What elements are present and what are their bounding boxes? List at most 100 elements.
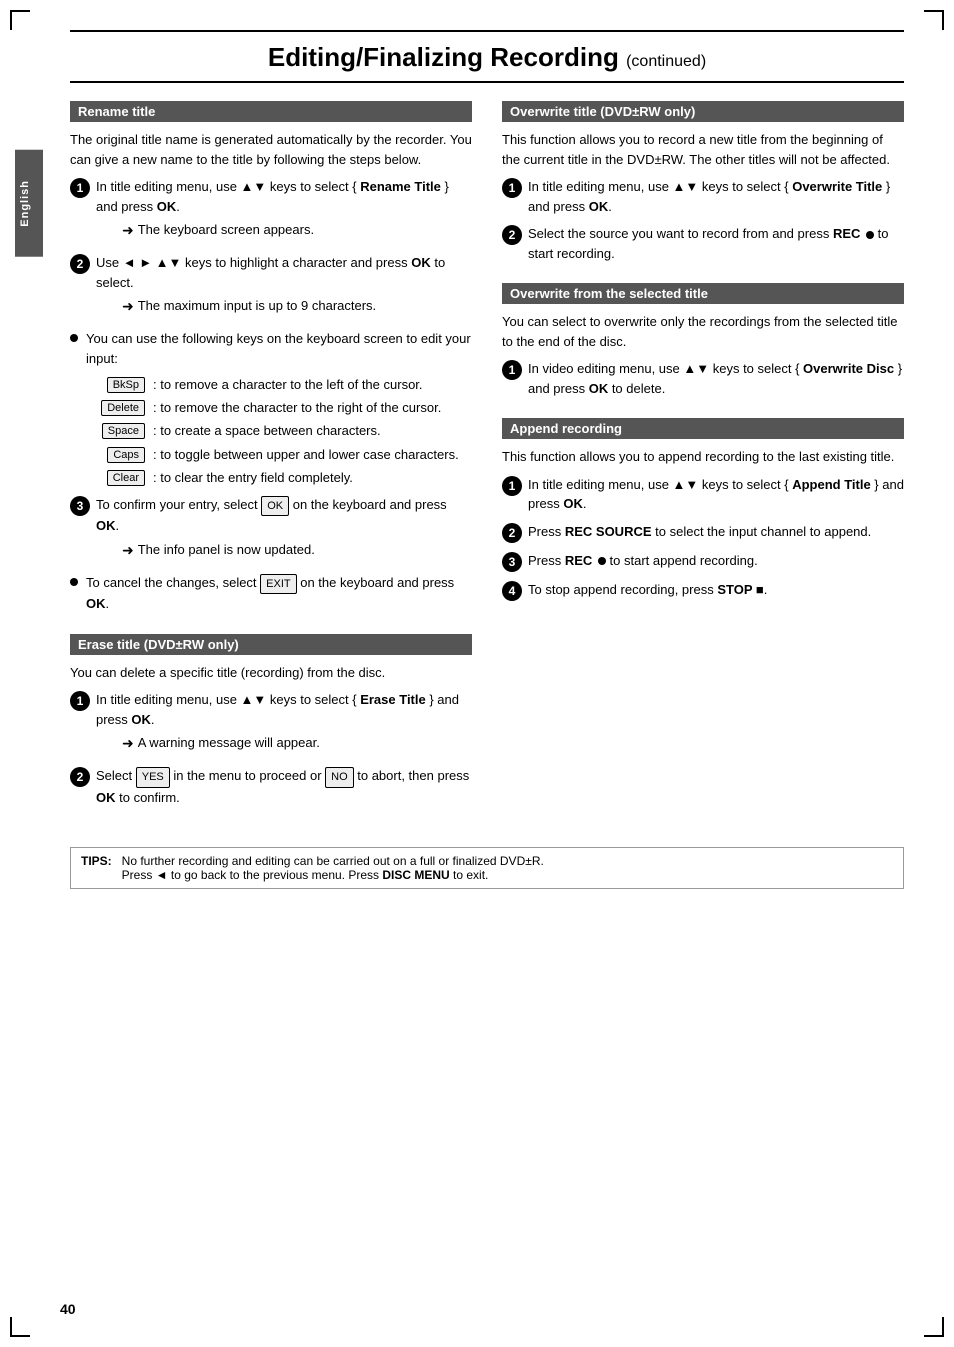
rename-step1-arrow-text: The keyboard screen appears. <box>138 220 314 240</box>
rename-bullet1: You can use the following keys on the ke… <box>70 329 472 368</box>
rec-dot1 <box>866 231 874 239</box>
append-step1-content: In title editing menu, use ▲▼ keys to se… <box>528 475 904 514</box>
erase-step1-content: In title editing menu, use ▲▼ keys to se… <box>96 690 472 758</box>
append-step4-num: 4 <box>502 581 522 601</box>
append-step3-num: 3 <box>502 552 522 572</box>
key-space: Space <box>102 423 145 439</box>
key-clear: Clear <box>107 470 145 486</box>
overwrite-step1-num: 1 <box>502 178 522 198</box>
key-ok-confirm: OK <box>261 496 289 517</box>
rename-step3-arrow: ➜ The info panel is now updated. <box>122 540 472 561</box>
overwrite-sel-step1-num: 1 <box>502 360 522 380</box>
key-bksp-desc: : to remove a character to the left of t… <box>153 376 472 394</box>
content-columns: Rename title The original title name is … <box>70 101 904 827</box>
rename-step2-arrow-text: The maximum input is up to 9 characters. <box>138 296 376 316</box>
append-step3: 3 Press REC to start append recording. <box>502 551 904 572</box>
key-space-cell: Space <box>90 422 145 439</box>
page-number: 40 <box>60 1301 76 1317</box>
erase-step1: 1 In title editing menu, use ▲▼ keys to … <box>70 690 472 758</box>
corner-bl <box>10 1317 30 1337</box>
append-step1: 1 In title editing menu, use ▲▼ keys to … <box>502 475 904 514</box>
key-delete-cell: Delete <box>90 399 145 416</box>
arrow-icon: ➜ <box>122 220 134 241</box>
overwrite-selected-header: Overwrite from the selected title <box>502 283 904 304</box>
rename-step2: 2 Use ◄ ► ▲▼ keys to highlight a charact… <box>70 253 472 321</box>
rename-title-section: Rename title The original title name is … <box>70 101 472 614</box>
erase-step1-num: 1 <box>70 691 90 711</box>
rename-step1: 1 In title editing menu, use ▲▼ keys to … <box>70 177 472 245</box>
append-recording-header: Append recording <box>502 418 904 439</box>
page-title: Editing/Finalizing Recording (continued) <box>70 30 904 83</box>
key-row-space: Space : to create a space between charac… <box>90 422 472 440</box>
overwrite-sel-step1-content: In video editing menu, use ▲▼ keys to se… <box>528 359 904 398</box>
key-clear-desc: : to clear the entry field completely. <box>153 469 472 487</box>
corner-tl <box>10 10 30 30</box>
rename-step3-content: To confirm your entry, select OK on the … <box>96 495 472 565</box>
rename-step1-arrow: ➜ The keyboard screen appears. <box>122 220 472 241</box>
rename-bullet1-label: You can use the following keys on the ke… <box>86 331 471 366</box>
key-row-bksp: BkSp : to remove a character to the left… <box>90 376 472 394</box>
right-column: Overwrite title (DVD±RW only) This funct… <box>502 101 904 621</box>
tips-label: TIPS: <box>81 854 112 882</box>
key-no: NO <box>325 767 354 788</box>
append-step2-content: Press REC SOURCE to select the input cha… <box>528 522 904 542</box>
overwrite-sel-step1: 1 In video editing menu, use ▲▼ keys to … <box>502 359 904 398</box>
key-clear-cell: Clear <box>90 469 145 486</box>
corner-tr <box>924 10 944 30</box>
overwrite-selected-intro: You can select to overwrite only the rec… <box>502 312 904 351</box>
key-row-delete: Delete : to remove the character to the … <box>90 399 472 417</box>
key-caps-cell: Caps <box>90 446 145 463</box>
rename-step2-content: Use ◄ ► ▲▼ keys to highlight a character… <box>96 253 472 321</box>
rename-step3-arrow-text: The info panel is now updated. <box>138 540 315 560</box>
key-caps-desc: : to toggle between upper and lower case… <box>153 446 472 464</box>
overwrite-step2: 2 Select the source you want to record f… <box>502 224 904 263</box>
bullet-dot2 <box>70 578 78 586</box>
step2-num: 2 <box>70 254 90 274</box>
overwrite-selected-section: Overwrite from the selected title You ca… <box>502 283 904 398</box>
rec-dot2 <box>598 557 606 565</box>
overwrite-title-intro: This function allows you to record a new… <box>502 130 904 169</box>
step1-num: 1 <box>70 178 90 198</box>
key-list: BkSp : to remove a character to the left… <box>90 376 472 487</box>
arrow4-icon: ➜ <box>122 733 134 754</box>
rename-step3: 3 To confirm your entry, select OK on th… <box>70 495 472 565</box>
step3-num: 3 <box>70 496 90 516</box>
key-bksp: BkSp <box>107 377 145 393</box>
tips-text1: No further recording and editing can be … <box>122 854 544 868</box>
bullet-dot <box>70 334 78 342</box>
rename-bullet2-content: To cancel the changes, select EXIT on th… <box>86 573 472 614</box>
overwrite-title-header: Overwrite title (DVD±RW only) <box>502 101 904 122</box>
append-step4: 4 To stop append recording, press STOP ■… <box>502 580 904 601</box>
key-row-caps: Caps : to toggle between upper and lower… <box>90 446 472 464</box>
append-step1-num: 1 <box>502 476 522 496</box>
erase-step2: 2 Select YES in the menu to proceed or N… <box>70 766 472 807</box>
key-delete-desc: : to remove the character to the right o… <box>153 399 472 417</box>
overwrite-title-section: Overwrite title (DVD±RW only) This funct… <box>502 101 904 263</box>
key-caps: Caps <box>107 447 145 463</box>
overwrite-step2-num: 2 <box>502 225 522 245</box>
append-step2: 2 Press REC SOURCE to select the input c… <box>502 522 904 543</box>
erase-intro: You can delete a specific title (recordi… <box>70 663 472 683</box>
page: English Editing/Finalizing Recording (co… <box>0 0 954 1347</box>
left-column: Rename title The original title name is … <box>70 101 472 827</box>
overwrite-step1: 1 In title editing menu, use ▲▼ keys to … <box>502 177 904 216</box>
erase-step1-arrow-text: A warning message will appear. <box>138 733 320 753</box>
erase-title-header: Erase title (DVD±RW only) <box>70 634 472 655</box>
corner-br <box>924 1317 944 1337</box>
append-step2-num: 2 <box>502 523 522 543</box>
key-yes: YES <box>136 767 170 788</box>
append-recording-section: Append recording This function allows yo… <box>502 418 904 601</box>
erase-title-section: Erase title (DVD±RW only) You can delete… <box>70 634 472 808</box>
append-intro: This function allows you to append recor… <box>502 447 904 467</box>
key-bksp-cell: BkSp <box>90 376 145 393</box>
arrow2-icon: ➜ <box>122 296 134 317</box>
rename-bullet2: To cancel the changes, select EXIT on th… <box>70 573 472 614</box>
title-text: Editing/Finalizing Recording <box>268 42 619 72</box>
append-step4-content: To stop append recording, press STOP ■. <box>528 580 904 600</box>
title-continued: (continued) <box>626 53 706 70</box>
rename-step1-content: In title editing menu, use ▲▼ keys to se… <box>96 177 472 245</box>
erase-step2-num: 2 <box>70 767 90 787</box>
erase-step2-content: Select YES in the menu to proceed or NO … <box>96 766 472 807</box>
overwrite-step1-content: In title editing menu, use ▲▼ keys to se… <box>528 177 904 216</box>
key-exit: EXIT <box>260 574 296 595</box>
